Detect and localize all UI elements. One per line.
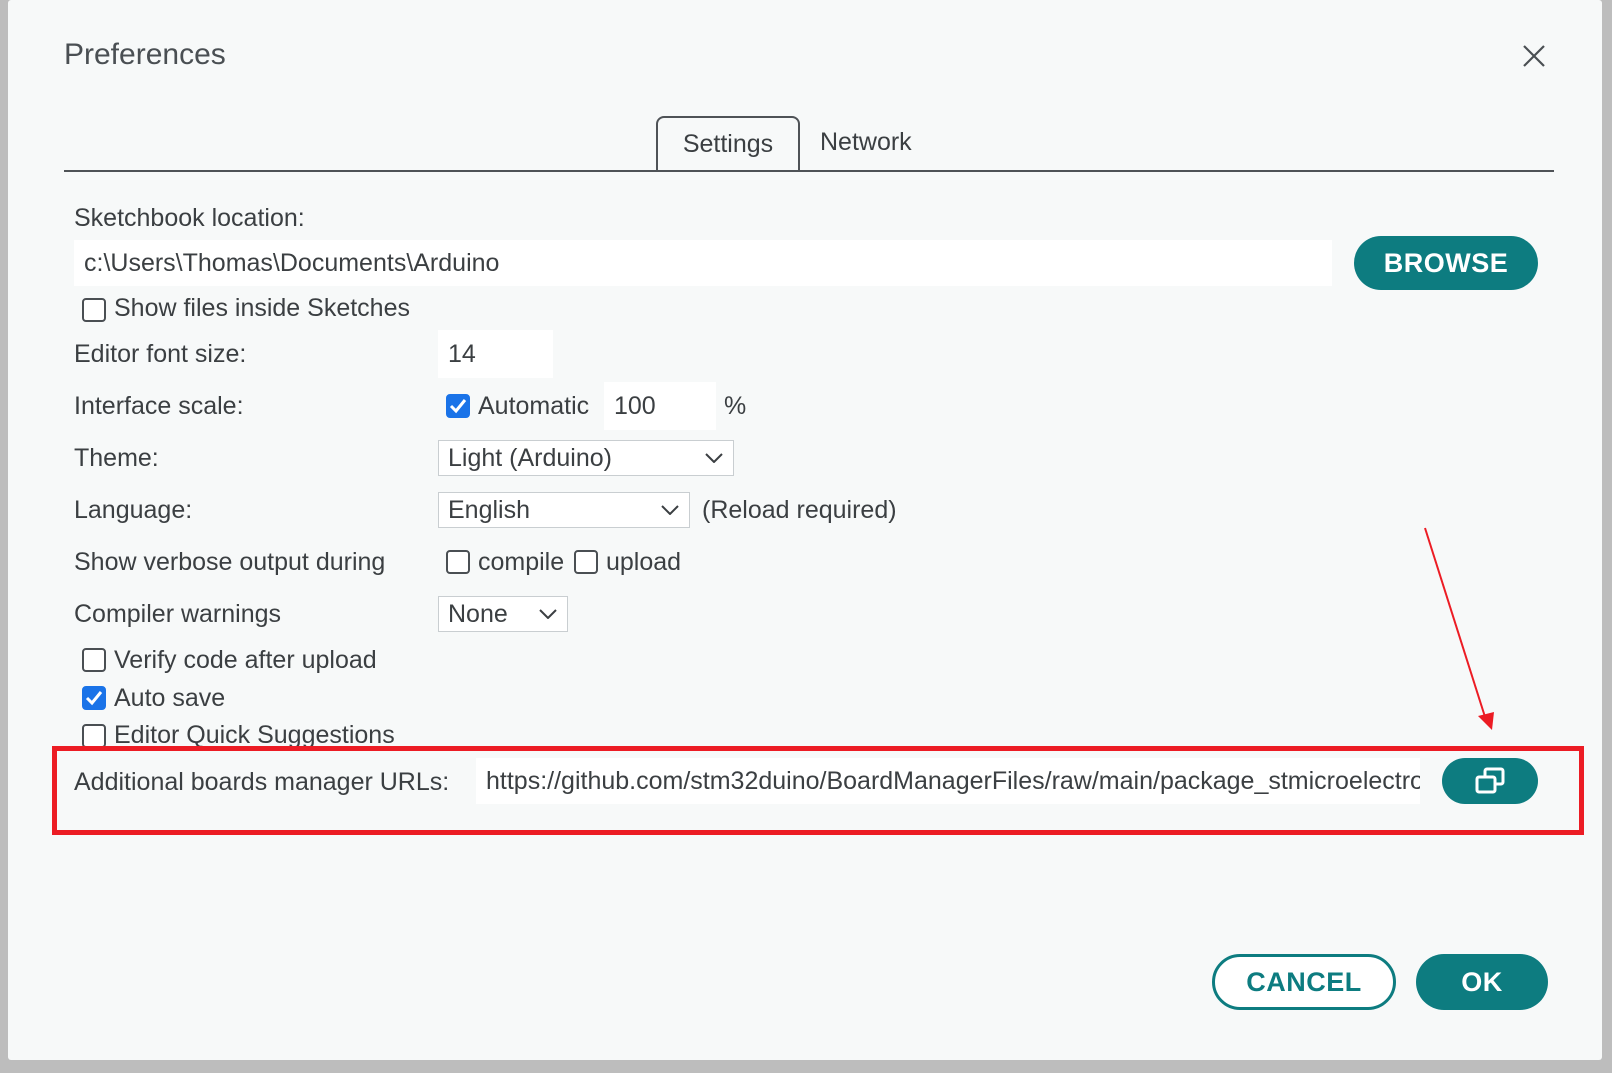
auto-save-checkbox[interactable] [82, 686, 106, 710]
chevron-down-icon [705, 453, 723, 463]
compiler-warnings-select[interactable]: None [438, 596, 568, 632]
browse-button[interactable]: BROWSE [1354, 236, 1538, 290]
language-select[interactable]: English [438, 492, 690, 528]
show-files-label: Show files inside Sketches [114, 294, 410, 322]
sketchbook-location-label: Sketchbook location: [74, 204, 305, 232]
close-icon[interactable] [1518, 40, 1550, 72]
language-label: Language: [74, 496, 193, 524]
editor-font-size-input[interactable]: 14 [438, 330, 553, 378]
auto-save-label: Auto save [114, 684, 226, 712]
compiler-warnings-label: Compiler warnings [74, 600, 282, 628]
cancel-button[interactable]: CANCEL [1212, 954, 1396, 1010]
chevron-down-icon [539, 609, 557, 619]
verify-after-upload-checkbox[interactable] [82, 648, 106, 672]
tab-settings[interactable]: Settings [656, 116, 800, 170]
theme-selected-value: Light (Arduino) [448, 443, 612, 472]
theme-select[interactable]: Light (Arduino) [438, 440, 734, 476]
verbose-output-label: Show verbose output during [74, 548, 386, 576]
automatic-scale-label: Automatic [478, 392, 590, 420]
dialog-title: Preferences [64, 38, 226, 71]
reload-required-note: (Reload required) [702, 496, 897, 524]
compiler-warnings-selected-value: None [448, 599, 508, 628]
tab-network[interactable]: Network [820, 128, 912, 157]
percent-unit: % [724, 392, 747, 420]
chevron-down-icon [661, 505, 679, 515]
verbose-upload-label: upload [606, 548, 682, 576]
tab-divider [64, 170, 1554, 172]
highlight-box [52, 746, 1584, 835]
editor-font-size-label: Editor font size: [74, 340, 247, 368]
interface-scale-label: Interface scale: [74, 392, 244, 420]
verify-after-upload-label: Verify code after upload [114, 646, 377, 674]
verbose-compile-label: compile [478, 548, 565, 576]
quick-suggestions-checkbox[interactable] [82, 724, 106, 748]
interface-scale-input[interactable]: 100 [604, 382, 716, 430]
theme-label: Theme: [74, 444, 159, 472]
verbose-compile-checkbox[interactable] [446, 550, 470, 574]
automatic-scale-checkbox[interactable] [446, 394, 470, 418]
sketchbook-location-input[interactable]: c:\Users\Thomas\Documents\Arduino [74, 240, 1332, 286]
check-icon [85, 691, 103, 706]
annotation-arrow-icon [1424, 527, 1494, 730]
preferences-dialog: Preferences Settings Network Sketchbook … [8, 0, 1602, 1060]
verbose-upload-checkbox[interactable] [574, 550, 598, 574]
language-selected-value: English [448, 495, 530, 524]
ok-button[interactable]: OK [1416, 954, 1548, 1010]
check-icon [449, 399, 467, 414]
show-files-checkbox[interactable] [82, 298, 106, 322]
